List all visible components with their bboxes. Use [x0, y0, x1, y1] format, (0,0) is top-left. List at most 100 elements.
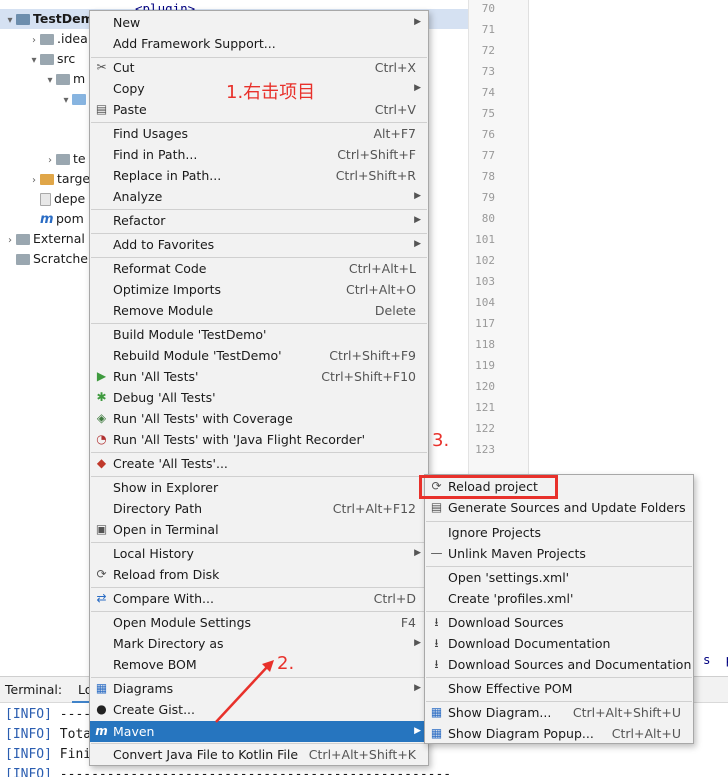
tree-row[interactable]: › .idea — [0, 29, 88, 49]
menu-item-remove-bom[interactable]: Remove BOM — [90, 654, 428, 675]
download-icon: ⭳ — [434, 657, 439, 671]
expand-arrow-icon[interactable]: ▾ — [28, 51, 40, 71]
menu-item-label: Show in Explorer — [113, 480, 219, 495]
menu-item-analyze[interactable]: Analyze ▶ — [90, 186, 428, 207]
menu-item-label: Open in Terminal — [113, 522, 219, 537]
expand-arrow-icon[interactable]: › — [44, 151, 56, 171]
expand-arrow-icon[interactable]: ▾ — [4, 11, 16, 31]
menu-item-open-module-settings[interactable]: Open Module Settings F4 — [90, 612, 428, 633]
menu-item-shortcut: Ctrl+Alt+Shift+U — [572, 705, 681, 720]
menu-item-label: Paste — [113, 102, 147, 117]
annotation-step-1: 1.右击项目 — [226, 82, 316, 103]
tree-row[interactable]: m pom — [0, 209, 84, 229]
menu-item-directory-path[interactable]: Directory Path Ctrl+Alt+F12 — [90, 498, 428, 519]
menu-item-mark-directory-as[interactable]: Mark Directory as ▶ — [90, 633, 428, 654]
line-number: 80 — [481, 212, 495, 225]
menu-item-local-history[interactable]: Local History ▶ — [90, 543, 428, 564]
maven-icon: m — [95, 724, 108, 738]
menu-item-label: Remove Module — [113, 303, 214, 318]
menu-item-diagrams[interactable]: ▦ Diagrams ▶ — [90, 678, 428, 699]
project-context-menu: New ▶ Add Framework Support... ✂ Cut Ctrl+X Co… — [89, 10, 429, 766]
menu-item-build-module-testdemo[interactable]: Build Module 'TestDemo' — [90, 324, 428, 345]
menu-item-shortcut: Alt+F7 — [373, 126, 416, 141]
menu-item-replace-in-path[interactable]: Replace in Path... Ctrl+Shift+R — [90, 165, 428, 186]
log-level: [INFO] — [5, 727, 52, 742]
submenu-arrow-icon: ▶ — [414, 83, 421, 93]
line-number: 122 — [475, 422, 495, 435]
tree-row[interactable]: Scratche — [0, 249, 88, 269]
menu-item-label: Replace in Path... — [113, 168, 222, 183]
expand-arrow-icon[interactable]: ▾ — [60, 91, 72, 111]
menu-item-debug-all-tests[interactable]: ✱ Debug 'All Tests' — [90, 387, 428, 408]
menu-item-cut[interactable]: ✂ Cut Ctrl+X — [90, 57, 428, 78]
expand-arrow-icon[interactable]: › — [4, 231, 16, 251]
tree-row[interactable]: depe — [0, 189, 85, 209]
tree-row-label: depe — [54, 191, 86, 206]
tree-row[interactable]: › External — [0, 229, 85, 249]
menu-item-new[interactable]: New ▶ — [90, 12, 428, 33]
menu-item-find-usages[interactable]: Find Usages Alt+F7 — [90, 123, 428, 144]
menu-item-add-to-favorites[interactable]: Add to Favorites ▶ — [90, 234, 428, 255]
menu-item-create-profiles-xml[interactable]: Create 'profiles.xml' — [425, 588, 693, 609]
menu-item-find-in-path[interactable]: Find in Path... Ctrl+Shift+F — [90, 144, 428, 165]
submenu-arrow-icon: ▶ — [414, 548, 421, 558]
menu-item-download-sources[interactable]: ⭳ Download Sources — [425, 612, 693, 633]
menu-item-label: Add Framework Support... — [113, 36, 276, 51]
menu-item-show-diagram[interactable]: ▦ Show Diagram... Ctrl+Alt+Shift+U — [425, 702, 693, 723]
menu-item-remove-module[interactable]: Remove Module Delete — [90, 300, 428, 321]
tree-row-label: External — [33, 231, 85, 246]
menu-item-run-all-tests-with-coverage[interactable]: ◈ Run 'All Tests' with Coverage — [90, 408, 428, 429]
menu-item-unlink-maven-projects[interactable]: — Unlink Maven Projects — [425, 543, 693, 564]
menu-item-open-settings-xml[interactable]: Open 'settings.xml' — [425, 567, 693, 588]
expand-arrow-icon[interactable]: › — [28, 171, 40, 191]
menu-item-ignore-projects[interactable]: Ignore Projects — [425, 522, 693, 543]
menu-item-add-framework-support[interactable]: Add Framework Support... — [90, 33, 428, 54]
menu-item-rebuild-module-testdemo[interactable]: Rebuild Module 'TestDemo' Ctrl+Shift+F9 — [90, 345, 428, 366]
terminal-line: [INFO] Tota — [5, 727, 91, 742]
menu-item-run-all-tests[interactable]: ▶ Run 'All Tests' Ctrl+Shift+F10 — [90, 366, 428, 387]
line-number: 120 — [475, 380, 495, 393]
log-text: Fini — [51, 747, 92, 762]
expand-arrow-icon[interactable]: ▾ — [44, 71, 56, 91]
menu-item-show-diagram-popup[interactable]: ▦ Show Diagram Popup... Ctrl+Alt+U — [425, 723, 693, 744]
download-icon: ⭳ — [434, 615, 439, 629]
menu-item-label: Show Effective POM — [448, 681, 573, 696]
menu-item-label: Local History — [113, 546, 194, 561]
menu-item-show-effective-pom[interactable]: Show Effective POM — [425, 678, 693, 699]
menu-item-create-all-tests[interactable]: ◆ Create 'All Tests'... — [90, 453, 428, 474]
tree-row[interactable]: ▾ — [0, 89, 89, 109]
menu-item-label: Download Sources — [448, 615, 564, 630]
menu-item-shortcut: Ctrl+Alt+Shift+K — [308, 747, 416, 762]
menu-item-refactor[interactable]: Refactor ▶ — [90, 210, 428, 231]
tree-row[interactable]: › targe — [0, 169, 90, 189]
expand-arrow-icon[interactable]: › — [28, 31, 40, 51]
tree-row[interactable]: ▾ m — [0, 69, 85, 89]
run-icon: ▶ — [96, 369, 107, 383]
submenu-arrow-icon: ▶ — [414, 683, 421, 693]
menu-item-reload-from-disk[interactable]: ⟳ Reload from Disk — [90, 564, 428, 585]
menu-item-compare-with[interactable]: ⇄ Compare With... Ctrl+D — [90, 588, 428, 609]
create-test-icon: ◆ — [96, 456, 107, 470]
tree-row[interactable]: ▾ src — [0, 49, 75, 69]
menu-item-show-in-explorer[interactable]: Show in Explorer — [90, 477, 428, 498]
menu-item-download-sources-and-documentation[interactable]: ⭳ Download Sources and Documentation — [425, 654, 693, 675]
menu-item-maven[interactable]: m Maven ▶ — [90, 721, 428, 742]
log-level: [INFO] — [5, 747, 52, 762]
diagram-icon: ▦ — [430, 726, 443, 740]
folder-icon — [40, 54, 54, 65]
tree-row[interactable]: › te — [0, 149, 86, 169]
menu-item-shortcut: Delete — [374, 303, 416, 318]
scratch-icon — [16, 254, 30, 265]
menu-item-create-gist[interactable]: ● Create Gist... — [90, 699, 428, 720]
menu-item-run-all-tests-with-java-flight-recorder[interactable]: ◔ Run 'All Tests' with 'Java Flight Recor… — [90, 429, 428, 450]
menu-item-convert-java-file-to-kotlin-file[interactable]: Convert Java File to Kotlin File Ctrl+Alt… — [90, 744, 428, 765]
terminal-title: Terminal: — [5, 682, 63, 697]
menu-item-generate-sources-and-update-folders[interactable]: ▤ Generate Sources and Update Folders — [425, 497, 693, 518]
file-icon — [40, 193, 51, 206]
folder-icon — [56, 74, 70, 85]
annotation-step-2: 2. — [277, 653, 295, 674]
menu-item-open-in-terminal[interactable]: ▣ Open in Terminal — [90, 519, 428, 540]
menu-item-download-documentation[interactable]: ⭳ Download Documentation — [425, 633, 693, 654]
menu-item-reformat-code[interactable]: Reformat Code Ctrl+Alt+L — [90, 258, 428, 279]
menu-item-optimize-imports[interactable]: Optimize Imports Ctrl+Alt+O — [90, 279, 428, 300]
